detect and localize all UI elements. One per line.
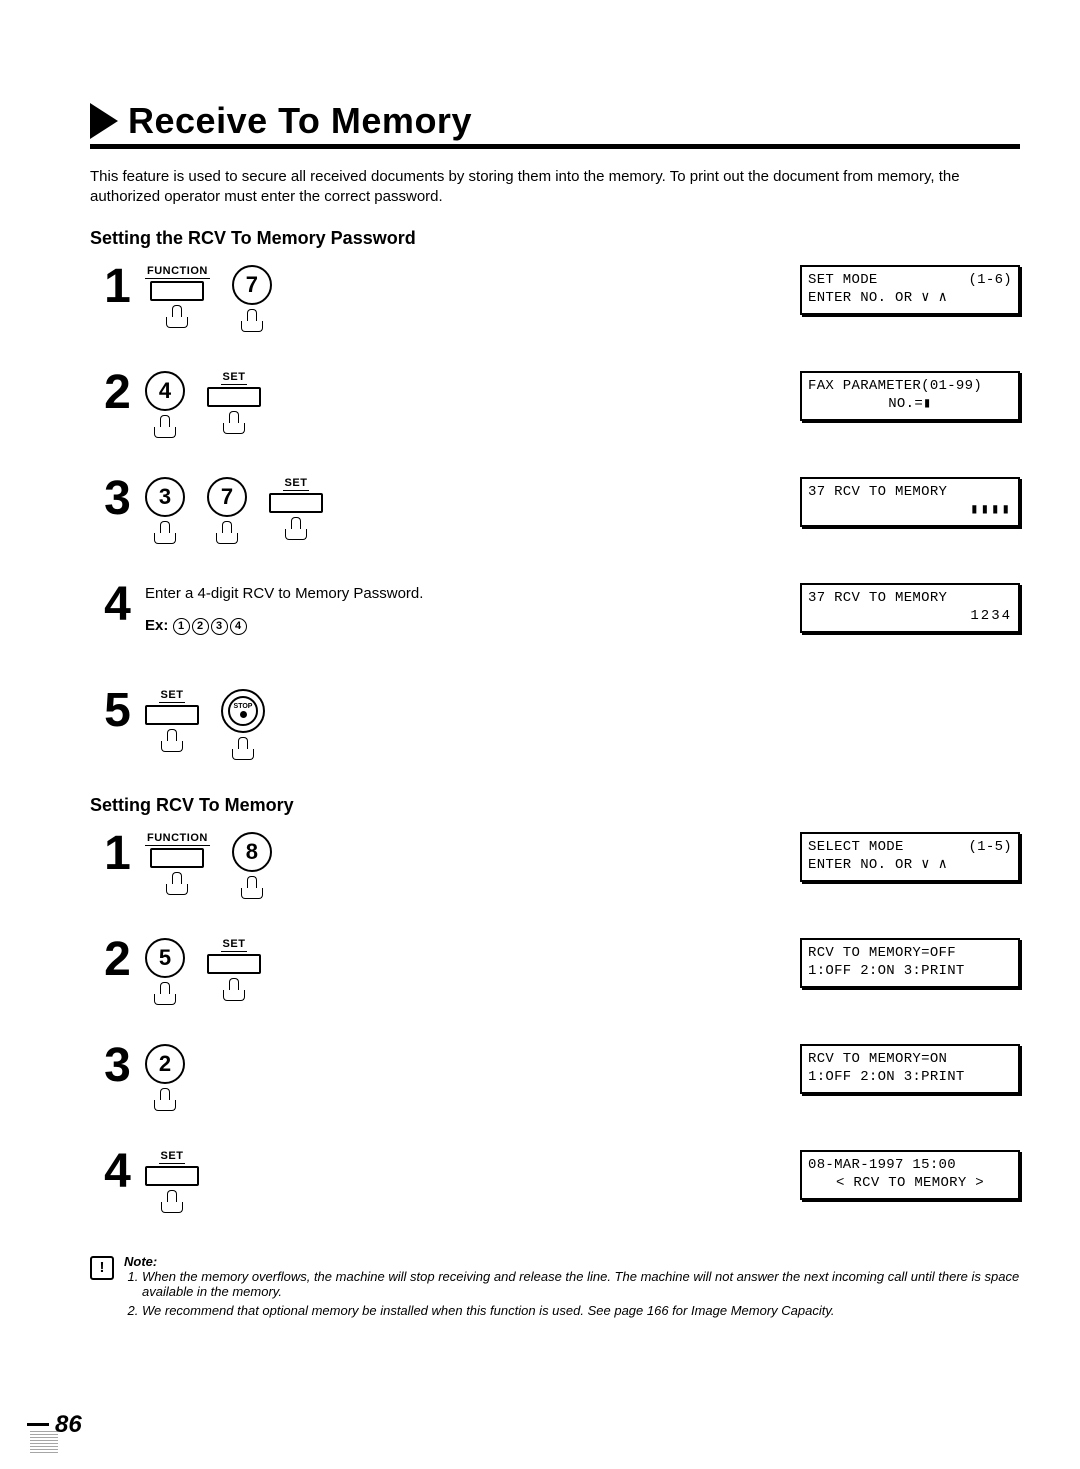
press-icon: [157, 1190, 187, 1212]
section-b-steps: 1 FUNCTION 8 SELECT MODE(1-5) ENTER NO. …: [90, 830, 1020, 1218]
lcd-display: 37 RCV TO MEMORY ▮▮▮▮: [800, 477, 1020, 527]
step-number: 3: [90, 1042, 145, 1090]
press-icon: [237, 309, 267, 331]
lcd-display: RCV TO MEMORY=OFF 1:OFF 2:ON 3:PRINT: [800, 938, 1020, 988]
step-row: 3 2 RCV TO MEMORY=ON 1:OFF 2:ON 3:PRINT: [90, 1042, 1020, 1112]
press-icon: [157, 729, 187, 751]
press-icon: [237, 876, 267, 898]
press-icon: [219, 978, 249, 1000]
lcd-display: SELECT MODE(1-5) ENTER NO. OR ∨ ∧: [800, 832, 1020, 882]
stop-key: STOP: [221, 689, 265, 759]
section-a-heading: Setting the RCV To Memory Password: [90, 228, 1020, 249]
step-number: 1: [90, 830, 145, 878]
title-underline: [90, 144, 1020, 149]
step-number: 2: [90, 936, 145, 984]
press-icon: [228, 737, 258, 759]
step-row: 4 Enter a 4-digit RCV to Memory Password…: [90, 581, 1020, 651]
step-keys: FUNCTION 8: [145, 830, 800, 900]
set-key: SET: [207, 938, 261, 1000]
digit-key-8: 8: [232, 832, 272, 898]
step-row: 2 4 SET FAX PARAMETER(01-99) NO.=▮: [90, 369, 1020, 439]
digit-key-7: 7: [207, 477, 247, 543]
step-keys: SET: [145, 1148, 800, 1218]
step-row: 1 FUNCTION 8 SELECT MODE(1-5) ENTER NO. …: [90, 830, 1020, 900]
note-label: Note:: [124, 1254, 157, 1269]
step-keys: FUNCTION 7: [145, 263, 800, 333]
digit-key-2: 2: [145, 1044, 185, 1110]
note-item: When the memory overflows, the machine w…: [142, 1269, 1020, 1299]
set-key: SET: [145, 689, 199, 751]
press-icon: [150, 1088, 180, 1110]
press-icon: [150, 982, 180, 1004]
step-keys: 3 7 SET: [145, 475, 800, 545]
step-number: 5: [90, 687, 145, 735]
set-key: SET: [145, 1150, 199, 1212]
step-keys: 4 SET: [145, 369, 800, 439]
example-line: Ex: 1234: [145, 615, 423, 638]
lcd-display: SET MODE(1-6) ENTER NO. OR ∨ ∧: [800, 265, 1020, 315]
step-row: 3 3 7 SET 37 RCV TO MEMORY ▮▮▮▮: [90, 475, 1020, 545]
press-icon: [212, 521, 242, 543]
set-key: SET: [207, 371, 261, 433]
note-icon: !: [90, 1256, 114, 1280]
step-number: 4: [90, 1148, 145, 1196]
step-row: 2 5 SET RCV TO MEMORY=OFF 1:OFF 2:ON 3:P…: [90, 936, 1020, 1006]
page-title: Receive To Memory: [128, 100, 472, 142]
step-keys: Enter a 4-digit RCV to Memory Password. …: [145, 581, 800, 651]
step-keys: 5 SET: [145, 936, 800, 1006]
press-icon: [150, 521, 180, 543]
press-icon: [162, 872, 192, 894]
step-keys: 2: [145, 1042, 800, 1112]
lcd-display: 37 RCV TO MEMORY 1234: [800, 583, 1020, 633]
intro-text: This feature is used to secure all recei…: [90, 167, 1020, 208]
step-row: 5 SET STOP: [90, 687, 1020, 759]
step-number: 4: [90, 581, 145, 629]
page-number: 86: [55, 1411, 82, 1439]
press-icon: [219, 411, 249, 433]
press-icon: [281, 517, 311, 539]
thumb-tab-icon: [30, 1429, 58, 1453]
lcd-display: FAX PARAMETER(01-99) NO.=▮: [800, 371, 1020, 421]
set-key: SET: [269, 477, 323, 539]
note-list: When the memory overflows, the machine w…: [142, 1269, 1020, 1318]
step-number: 2: [90, 369, 145, 417]
triangle-icon: [90, 103, 118, 139]
digit-key-5: 5: [145, 938, 185, 1004]
digit-key-7: 7: [232, 265, 272, 331]
note-body: Note: When the memory overflows, the mac…: [124, 1254, 1020, 1322]
press-icon: [150, 415, 180, 437]
section-a-steps: 1 FUNCTION 7 SET MODE(1-6) ENTER NO. OR …: [90, 263, 1020, 759]
digit-key-3: 3: [145, 477, 185, 543]
manual-page: Receive To Memory This feature is used t…: [90, 100, 1020, 1322]
title-row: Receive To Memory: [90, 100, 1020, 142]
step-instruction: Enter a 4-digit RCV to Memory Password. …: [145, 583, 423, 638]
section-b-heading: Setting RCV To Memory: [90, 795, 1020, 816]
step-row: 1 FUNCTION 7 SET MODE(1-6) ENTER NO. OR …: [90, 263, 1020, 333]
lcd-display: RCV TO MEMORY=ON 1:OFF 2:ON 3:PRINT: [800, 1044, 1020, 1094]
step-number: 1: [90, 263, 145, 311]
step-keys: SET STOP: [145, 687, 1020, 759]
step-row: 4 SET 08-MAR-1997 15:00 < RCV TO MEMORY …: [90, 1148, 1020, 1218]
note-block: ! Note: When the memory overflows, the m…: [90, 1254, 1020, 1322]
note-item: We recommend that optional memory be ins…: [142, 1303, 1020, 1318]
press-icon: [162, 305, 192, 327]
function-key: FUNCTION: [145, 832, 210, 894]
function-key: FUNCTION: [145, 265, 210, 327]
step-number: 3: [90, 475, 145, 523]
lcd-display: 08-MAR-1997 15:00 < RCV TO MEMORY >: [800, 1150, 1020, 1200]
digit-key-4: 4: [145, 371, 185, 437]
